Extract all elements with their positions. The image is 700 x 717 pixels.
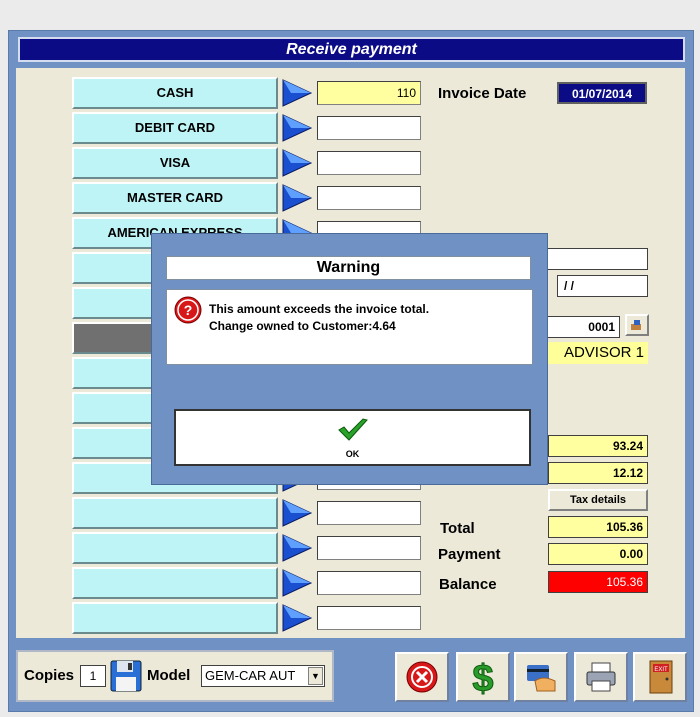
- payment-method-button[interactable]: CASH: [72, 77, 278, 109]
- payment-method-button[interactable]: DEBIT CARD: [72, 112, 278, 144]
- total-field: 105.36: [548, 516, 648, 538]
- floppy-icon: [110, 660, 142, 692]
- invoice-date-field[interactable]: 01/07/2014: [557, 82, 647, 104]
- question-icon: ?: [174, 296, 202, 324]
- checkmark-icon: [338, 418, 368, 441]
- payment-method-button[interactable]: MASTER CARD: [72, 182, 278, 214]
- window-title: Receive payment: [18, 37, 685, 62]
- payment-amount-input[interactable]: [317, 571, 421, 595]
- print-button[interactable]: [574, 652, 628, 702]
- ok-button[interactable]: OK: [174, 409, 531, 466]
- payment-method-button[interactable]: [72, 602, 278, 634]
- model-label: Model: [147, 667, 191, 684]
- payment-amount-input[interactable]: [317, 116, 421, 140]
- lookup-icon: [631, 320, 641, 330]
- invoice-date-label: Invoice Date: [438, 85, 527, 102]
- svg-text:?: ?: [184, 302, 193, 318]
- payment-amount-input[interactable]: 110: [317, 81, 421, 105]
- payment-method-button[interactable]: [72, 567, 278, 599]
- copies-input[interactable]: 1: [80, 665, 106, 687]
- lookup-button[interactable]: [625, 314, 649, 336]
- payment-method-button[interactable]: [72, 497, 278, 529]
- arrow-right-icon[interactable]: [281, 568, 313, 598]
- model-select[interactable]: GEM-CAR AUT ▼: [201, 665, 325, 687]
- tax-details-button[interactable]: Tax details: [548, 489, 648, 511]
- payment-amount-input[interactable]: [317, 151, 421, 175]
- payment-amount-input[interactable]: [317, 536, 421, 560]
- cancel-icon: [406, 661, 438, 693]
- chevron-down-icon[interactable]: ▼: [308, 667, 323, 685]
- warning-line-2: Change owned to Customer:4.64: [209, 319, 396, 333]
- payment-amount-input[interactable]: [317, 501, 421, 525]
- balance-field: 105.36: [548, 571, 648, 593]
- invoice-number-field[interactable]: 0001: [540, 316, 620, 338]
- warning-message-box: ? This amount exceeds the invoice total.…: [166, 289, 533, 365]
- ok-label: OK: [345, 449, 360, 459]
- arrow-right-icon[interactable]: [281, 498, 313, 528]
- payment-field: 0.00: [548, 543, 648, 565]
- copies-label: Copies: [24, 667, 75, 684]
- balance-label: Balance: [439, 576, 497, 593]
- arrow-right-icon[interactable]: [281, 148, 313, 178]
- save-button[interactable]: [108, 658, 144, 694]
- tax-field: 12.12: [548, 462, 648, 484]
- payment-button[interactable]: $: [456, 652, 510, 702]
- svg-text:EXIT: EXIT: [654, 667, 668, 673]
- warning-line-1: This amount exceeds the invoice total.: [209, 302, 430, 316]
- total-label: Total: [440, 520, 475, 537]
- arrow-right-icon[interactable]: [281, 113, 313, 143]
- date2-field[interactable]: / /: [557, 275, 648, 297]
- payment-method-button[interactable]: VISA: [72, 147, 278, 179]
- subtotal-field: 93.24: [548, 435, 648, 457]
- printer-icon: [586, 662, 616, 692]
- arrow-right-icon[interactable]: [281, 183, 313, 213]
- model-select-value: GEM-CAR AUT: [205, 668, 296, 683]
- payment-amount-input[interactable]: [317, 186, 421, 210]
- arrow-right-icon[interactable]: [281, 533, 313, 563]
- cancel-button[interactable]: [395, 652, 449, 702]
- payment-label: Payment: [438, 546, 501, 563]
- dollar-icon: $: [472, 658, 494, 698]
- warning-dialog-title: Warning: [166, 256, 531, 280]
- payment-amount-input[interactable]: [317, 606, 421, 630]
- exit-button[interactable]: EXIT: [633, 652, 687, 702]
- svg-text:$: $: [472, 658, 493, 697]
- arrow-right-icon[interactable]: [281, 603, 313, 633]
- card-hand-icon: [527, 665, 556, 692]
- customer-field[interactable]: [540, 248, 648, 270]
- advisor-field: ADVISOR 1: [548, 342, 648, 364]
- arrow-right-icon[interactable]: [281, 78, 313, 108]
- payment-method-button[interactable]: [72, 532, 278, 564]
- exit-door-icon: EXIT: [649, 660, 673, 694]
- card-payment-button[interactable]: [514, 652, 568, 702]
